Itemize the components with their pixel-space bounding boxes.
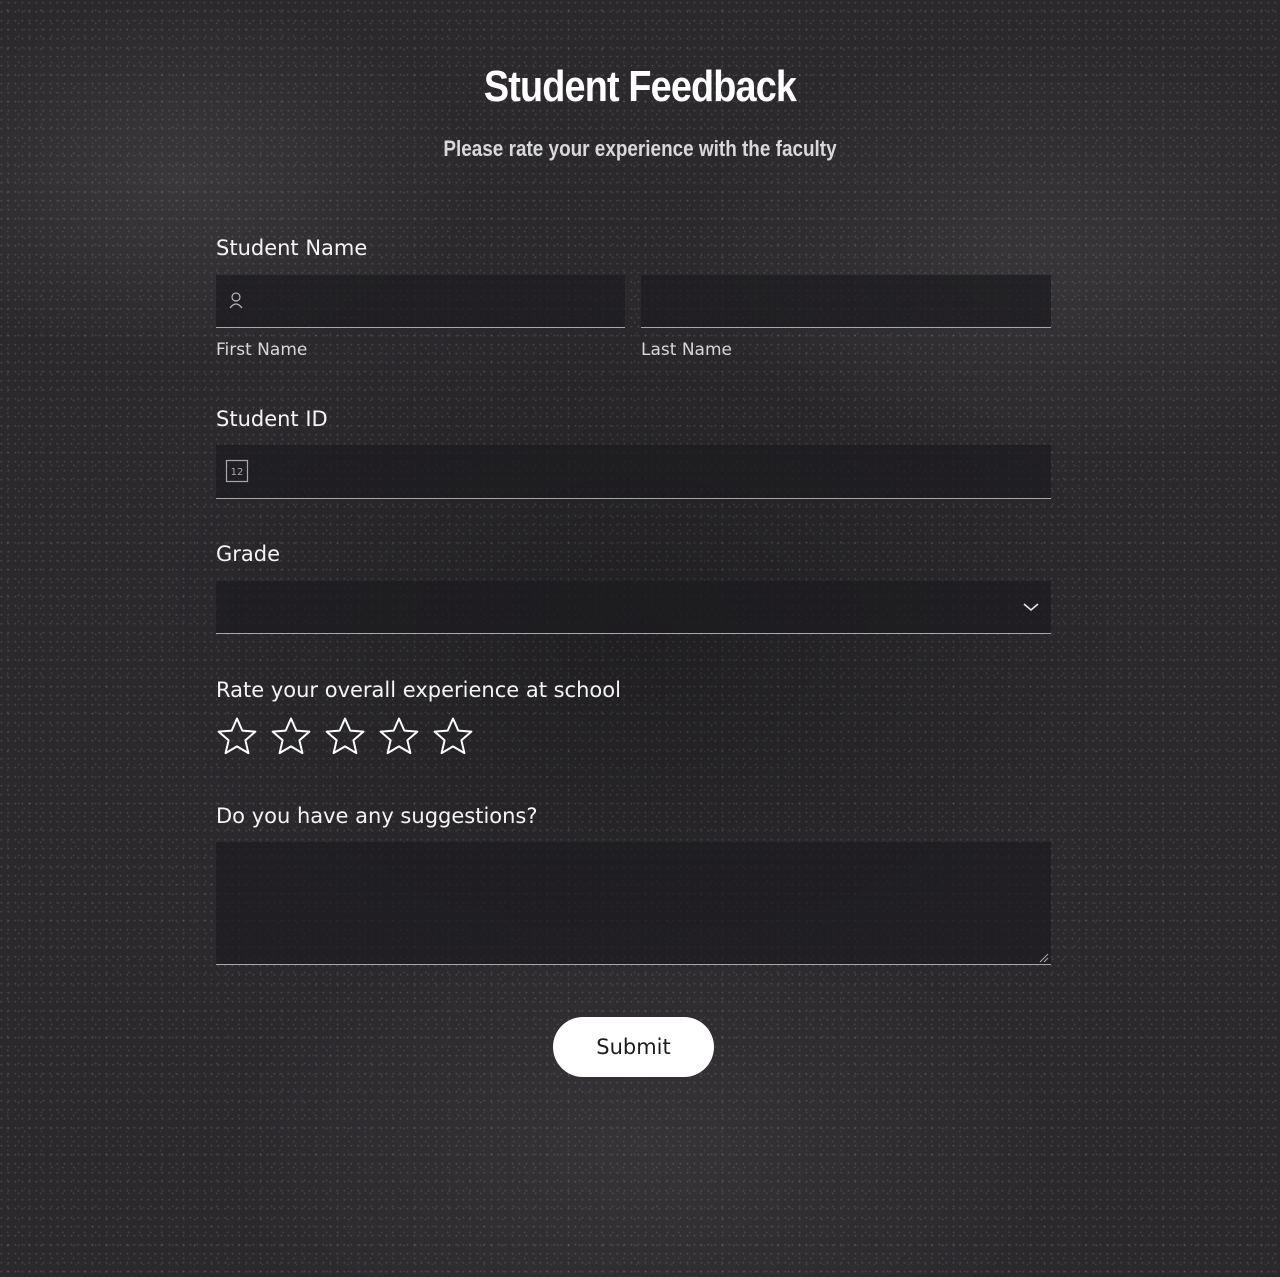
star-4-icon[interactable] bbox=[378, 716, 420, 758]
person-icon bbox=[229, 292, 243, 309]
suggestions-textarea[interactable] bbox=[216, 842, 1051, 965]
grade-select[interactable] bbox=[216, 581, 1051, 634]
first-name-input[interactable] bbox=[216, 275, 625, 328]
student-id-input[interactable]: 12 bbox=[216, 445, 1051, 499]
page-title: Student Feedback bbox=[483, 62, 797, 111]
rating-label: Rate your overall experience at school bbox=[216, 678, 621, 702]
svg-text:12: 12 bbox=[231, 467, 244, 478]
last-name-input[interactable] bbox=[641, 275, 1051, 328]
grade-label: Grade bbox=[216, 542, 281, 566]
number-icon: 12 bbox=[225, 459, 249, 483]
suggestions-label: Do you have any suggestions? bbox=[216, 804, 538, 828]
star-3-icon[interactable] bbox=[324, 716, 366, 758]
first-name-label: First Name bbox=[216, 340, 308, 360]
star-rating bbox=[216, 716, 496, 758]
page-subtitle: Please rate your experience with the fac… bbox=[443, 136, 837, 161]
resize-handle-icon[interactable] bbox=[1038, 952, 1049, 963]
student-name-label: Student Name bbox=[216, 236, 368, 260]
star-2-icon[interactable] bbox=[270, 716, 312, 758]
chevron-down-icon bbox=[1023, 603, 1039, 612]
star-1-icon[interactable] bbox=[216, 716, 258, 758]
last-name-label: Last Name bbox=[641, 340, 732, 360]
student-id-label: Student ID bbox=[216, 407, 328, 431]
submit-button[interactable]: Submit bbox=[553, 1017, 714, 1077]
star-5-icon[interactable] bbox=[432, 716, 474, 758]
